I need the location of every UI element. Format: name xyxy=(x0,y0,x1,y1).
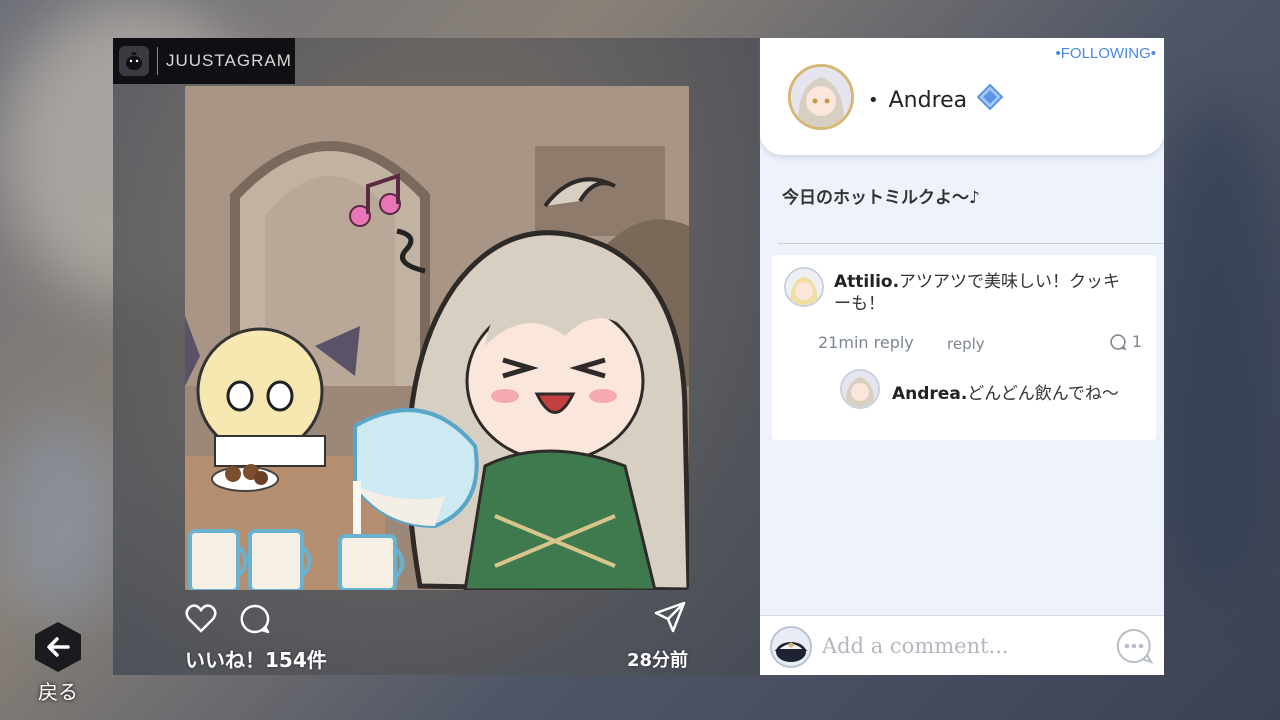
heart-icon[interactable] xyxy=(183,601,219,637)
comment-icon[interactable] xyxy=(237,601,273,637)
comment-text: Attilio.アツアツで美味しい！クッキーも！ xyxy=(834,271,1134,315)
chick-logo-icon xyxy=(119,46,149,76)
poster-avatar[interactable] xyxy=(788,64,854,130)
name-bullet: • xyxy=(868,89,879,111)
comment-time: 21min reply xyxy=(818,333,914,352)
back-label: 戻る xyxy=(38,680,78,704)
reply-text: Andrea.どんどん飲んでね～ xyxy=(892,383,1132,405)
post-illustration xyxy=(185,86,689,590)
background-blur xyxy=(1150,100,1280,600)
app-brand: JUUSTAGRAM xyxy=(113,38,295,84)
verified-diamond-icon xyxy=(976,83,1004,116)
back-button[interactable]: 戻る xyxy=(28,622,88,704)
poster-name[interactable]: Andrea xyxy=(889,88,968,113)
comment-input[interactable] xyxy=(822,626,1112,666)
like-count: いいね！154件 xyxy=(185,648,327,672)
brand-divider xyxy=(157,47,158,75)
post-actions xyxy=(183,601,273,637)
comment-panel: •FOLLOWING• • Andrea 今日のホットミルクよ～♪ Attili… xyxy=(760,38,1164,675)
poster-name-row: • Andrea xyxy=(868,83,1004,116)
comment-username[interactable]: Attilio. xyxy=(834,272,899,292)
reply-link[interactable]: reply xyxy=(947,335,985,353)
reply-count[interactable]: 1 xyxy=(1109,332,1142,351)
background-blur xyxy=(0,420,120,620)
reply-count-value: 1 xyxy=(1131,332,1142,351)
following-badge[interactable]: •FOLLOWING• xyxy=(1055,45,1156,62)
profile-header: •FOLLOWING• • Andrea xyxy=(760,38,1164,155)
back-arrow-icon xyxy=(35,622,81,672)
post-image[interactable] xyxy=(185,86,689,590)
commenter-avatar[interactable] xyxy=(784,267,824,307)
share-icon[interactable] xyxy=(653,601,689,637)
reply-username[interactable]: Andrea. xyxy=(892,384,967,404)
comment-thread: Attilio.アツアツで美味しい！クッキーも！ 21min reply rep… xyxy=(772,255,1156,440)
send-comment-icon[interactable] xyxy=(1114,626,1154,666)
divider xyxy=(778,243,1164,244)
reply-bubble-icon xyxy=(1110,333,1127,350)
reply-body: どんどん飲んでね～ xyxy=(967,384,1119,404)
brand-name: JUUSTAGRAM xyxy=(166,51,292,70)
comment-input-bar xyxy=(760,615,1164,675)
post-time: 28分前 xyxy=(626,650,688,671)
reply-avatar[interactable] xyxy=(840,369,880,409)
user-avatar xyxy=(770,626,812,668)
post-panel: JUUSTAGRAM いいね！154件 28分前 xyxy=(113,38,760,675)
post-caption: 今日のホットミルクよ～♪ xyxy=(782,188,980,208)
